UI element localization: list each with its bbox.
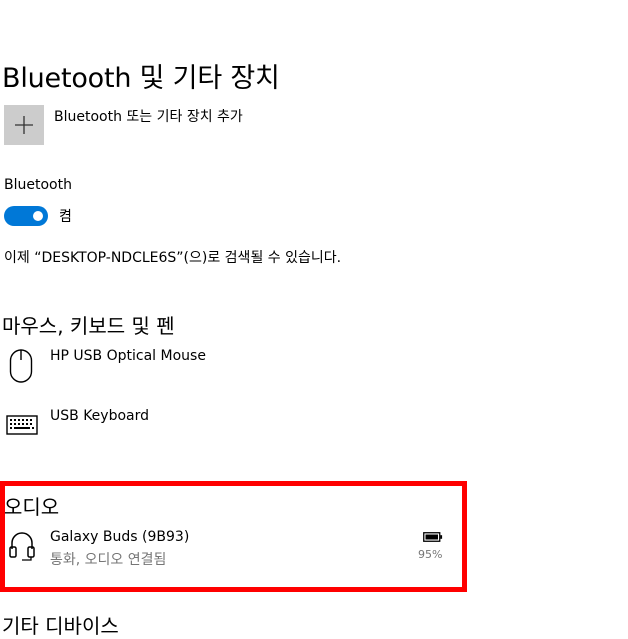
bluetooth-label: Bluetooth xyxy=(4,177,72,193)
plus-icon xyxy=(15,116,33,134)
device-name: HP USB Optical Mouse xyxy=(50,348,206,364)
section-title-input-devices: 마우스, 키보드 및 펜 xyxy=(2,314,175,338)
device-name: USB Keyboard xyxy=(50,408,149,424)
add-device-button[interactable] xyxy=(4,105,44,145)
device-item-mouse[interactable]: HP USB Optical Mouse xyxy=(0,342,460,390)
page-title: Bluetooth 및 기타 장치 xyxy=(2,63,280,95)
bluetooth-toggle-state: 켬 xyxy=(59,209,72,225)
mouse-icon xyxy=(9,349,33,383)
bluetooth-toggle[interactable] xyxy=(4,206,48,226)
highlight-box xyxy=(0,481,467,592)
device-item-keyboard[interactable]: USB Keyboard xyxy=(0,402,460,442)
section-title-other-devices: 기타 디바이스 xyxy=(2,614,119,638)
toggle-knob xyxy=(33,211,43,221)
add-device-label[interactable]: Bluetooth 또는 기타 장치 추가 xyxy=(54,106,243,126)
discoverable-text: 이제 “DESKTOP-NDCLE6S”(으)로 검색될 수 있습니다. xyxy=(4,250,342,266)
keyboard-icon xyxy=(6,415,38,435)
